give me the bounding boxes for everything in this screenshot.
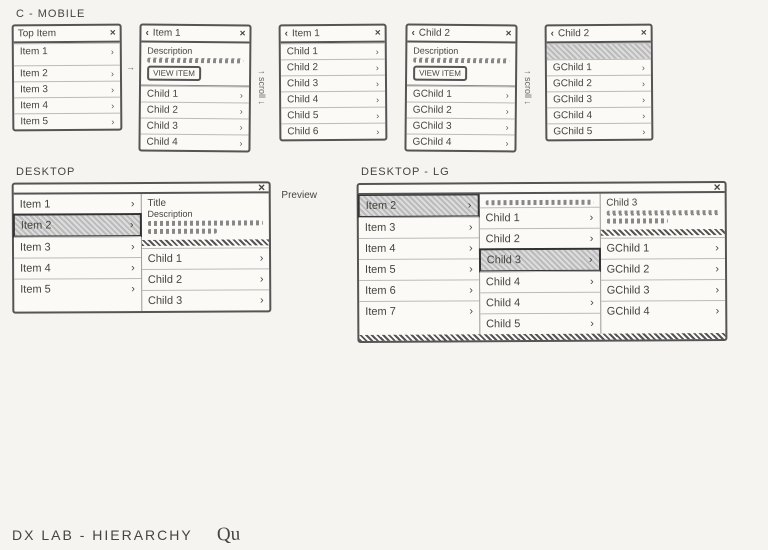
list-item[interactable]: Item 6› (359, 279, 479, 301)
list-item[interactable]: Child 2› (281, 59, 385, 76)
view-item-button[interactable]: VIEW ITEM (147, 66, 201, 81)
list-item[interactable]: GChild 4› (547, 107, 651, 124)
close-icon[interactable]: × (641, 28, 647, 39)
mobile-panel-child-scrolled: ‹ Child 2 × GChild 1› GChild 2› GChild 3… (545, 24, 654, 142)
list-item[interactable]: GChild 1› (547, 59, 651, 76)
list-item[interactable]: Child 4› (140, 134, 248, 151)
divider (600, 229, 724, 236)
list-item[interactable]: Child 2› (142, 268, 270, 290)
list-item[interactable]: Item 1› (14, 194, 141, 215)
list-item[interactable]: Child 6› (281, 123, 385, 140)
list-item[interactable]: Child 2› (480, 228, 600, 250)
list-item[interactable]: Item 4› (14, 97, 120, 114)
list-item[interactable]: Item 5› (14, 278, 141, 300)
description-block: Description VIEW ITEM (141, 43, 249, 87)
list-item[interactable]: GChild 3› (601, 279, 726, 301)
list-item-selected[interactable]: Child 3› (479, 248, 601, 273)
signature: Qu (216, 524, 240, 547)
list-item[interactable]: Child 2› (141, 102, 249, 119)
scroll-annotation: ↑ scroll ↓ (257, 70, 267, 105)
list-item[interactable]: Child 4› (281, 91, 385, 108)
close-icon[interactable]: × (258, 180, 265, 194)
close-icon[interactable]: × (240, 28, 246, 39)
list-item[interactable]: GChild 1› (600, 237, 725, 259)
chevron-right-icon: › (111, 100, 114, 110)
list-item[interactable]: GChild 3› (407, 118, 515, 135)
list-item[interactable]: Item 7› (359, 300, 479, 322)
section-label-mobile: C - MOBILE (16, 8, 760, 20)
chevron-right-icon: › (111, 68, 114, 78)
arrow-icon: → (126, 62, 135, 72)
list-item[interactable]: GChild 4› (601, 300, 726, 322)
preview-block: Title Description (141, 193, 269, 238)
desktop-row: DESKTOP × Item 1› Item 2› Item 3› Item 4… (12, 166, 760, 342)
back-icon[interactable]: ‹ (285, 28, 288, 39)
chevron-right-icon: › (111, 46, 114, 56)
section-label-desktop-lg: DESKTOP - LG (361, 166, 760, 178)
chevron-right-icon: › (111, 84, 114, 94)
list-item[interactable]: Item 4› (359, 237, 479, 259)
preview-block: Child 3 (600, 193, 725, 228)
mobile-panel-child-detail: ‹ Child 2 × Description VIEW ITEM GChild… (404, 24, 517, 153)
mobile-panel-top: Top Item × Item 1› Item 2› Item 3› Item … (12, 24, 123, 132)
list-item-selected[interactable]: Item 2› (13, 213, 142, 238)
close-icon[interactable]: × (506, 28, 512, 39)
list-item-selected[interactable]: Item 2› (358, 193, 480, 218)
back-icon[interactable]: ‹ (411, 28, 414, 39)
list-item[interactable]: GChild 2› (547, 75, 651, 92)
footer: DX LAB - HIERARCHY Qu (12, 524, 240, 546)
list-item[interactable]: GChild 1› (407, 86, 515, 103)
list-item[interactable]: Child 1› (142, 247, 270, 269)
list-item[interactable]: Item 3› (14, 81, 120, 98)
close-icon[interactable]: × (714, 180, 721, 194)
back-icon[interactable]: ‹ (145, 28, 148, 39)
section-label-desktop: DESKTOP (16, 166, 317, 178)
list-item[interactable]: Item 5› (359, 258, 479, 280)
list-item[interactable]: Child 3› (281, 75, 385, 92)
list-item[interactable]: Item 2› (14, 65, 120, 82)
panel-title: Child 2 (558, 28, 637, 40)
list-item[interactable]: Child 1› (141, 86, 249, 103)
list-item[interactable]: Item 3› (14, 236, 141, 258)
list-item[interactable]: GChild 3› (547, 91, 651, 108)
list-item[interactable]: GChild 2› (601, 258, 726, 280)
desktop-panel: × Item 1› Item 2› Item 3› Item 4› Item 5… (12, 181, 272, 313)
close-icon[interactable]: × (110, 28, 116, 39)
preview-block (479, 194, 599, 208)
list-item[interactable]: Child 5› (281, 107, 385, 124)
preview-annotation: Preview (281, 190, 317, 201)
panel-title: Item 1 (153, 28, 236, 40)
list-item[interactable] (547, 43, 651, 60)
mobile-panel-item-scrolled: ‹ Item 1 × Child 1› Child 2› Child 3› Ch… (279, 24, 388, 142)
mobile-panel-item-detail: ‹ Item 1 × Description VIEW ITEM Child 1… (138, 24, 251, 153)
view-item-button[interactable]: VIEW ITEM (413, 66, 467, 81)
back-icon[interactable]: ‹ (551, 28, 554, 39)
panel-title: Child 2 (419, 28, 502, 40)
chevron-right-icon: › (111, 116, 114, 126)
list-item[interactable]: Child 1› (479, 207, 599, 229)
description-block: Description VIEW ITEM (407, 43, 515, 87)
panel-title: Item 1 (292, 28, 371, 40)
list-item[interactable]: GChild 2› (407, 102, 515, 119)
list-item[interactable]: Child 4› (480, 292, 600, 314)
list-item[interactable]: Item 4› (14, 257, 141, 279)
mobile-row: Top Item × Item 1› Item 2› Item 3› Item … (12, 24, 760, 152)
list-item[interactable]: Child 3› (142, 289, 270, 311)
list-item[interactable]: Child 1› (281, 43, 385, 60)
footer-title: DX LAB - HIERARCHY (12, 527, 193, 543)
list-item[interactable]: Item 3› (359, 216, 479, 238)
list-item[interactable]: GChild 4› (406, 134, 514, 151)
list-item[interactable]: Item 1› (14, 43, 120, 60)
divider (142, 239, 270, 246)
desktop-lg-panel: × Item 2› Item 3› Item 4› Item 5› Item 6… (357, 181, 728, 343)
list-item[interactable]: Item 5› (14, 113, 120, 130)
list-item[interactable]: Child 3› (141, 118, 249, 135)
list-item[interactable]: Child 5› (480, 313, 600, 335)
list-item[interactable]: Child 4› (480, 271, 600, 293)
close-icon[interactable]: × (375, 28, 381, 39)
scroll-annotation: ↑ scroll ↓ (523, 70, 533, 105)
list-item[interactable]: GChild 5› (547, 123, 651, 140)
panel-title: Top Item (18, 28, 106, 40)
